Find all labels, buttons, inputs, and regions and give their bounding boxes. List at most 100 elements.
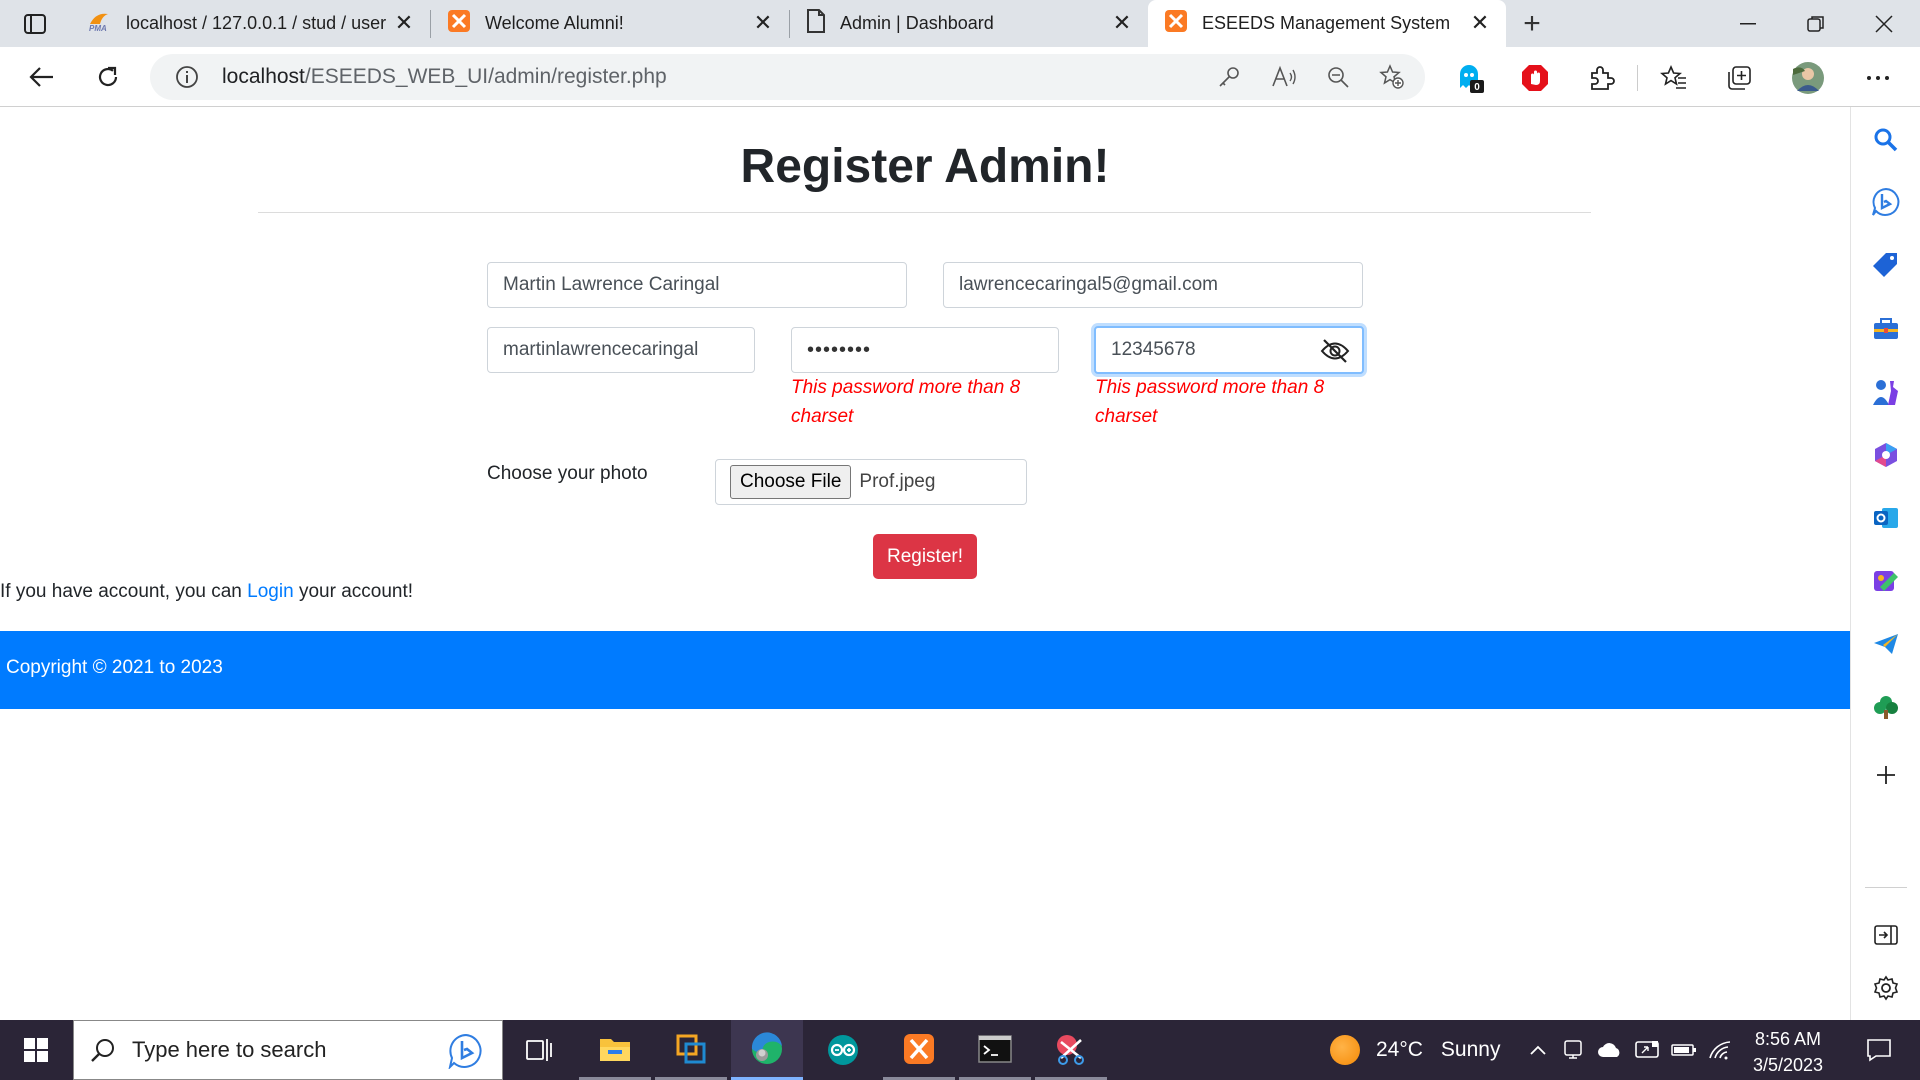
tab-actions-menu-icon[interactable] (18, 11, 52, 37)
show-hidden-icons-chevron-icon[interactable] (1523, 1020, 1553, 1080)
confirm-password-input[interactable]: 12345678 (1094, 326, 1364, 374)
back-arrow-icon[interactable] (22, 57, 62, 97)
zoom-out-icon[interactable] (1322, 61, 1354, 93)
terminal-icon[interactable] (959, 1020, 1031, 1080)
confirm-password-value: 12345678 (1111, 339, 1196, 360)
url-text: localhost/ESEEDS_WEB_UI/admin/register.p… (222, 65, 667, 89)
add-sidebar-app-icon[interactable] (1868, 757, 1904, 793)
toolbar-divider (1637, 65, 1638, 91)
taskbar-search-box[interactable]: Type here to search (73, 1020, 503, 1080)
new-tab-plus-icon[interactable]: + (1515, 7, 1549, 40)
photo-label: Choose your photo (487, 463, 648, 484)
task-view-icon[interactable] (503, 1020, 575, 1080)
collections-icon[interactable] (1722, 61, 1756, 95)
register-button[interactable]: Register! (873, 534, 977, 579)
login-prompt: If you have account, you can Login your … (0, 581, 413, 603)
ghostery-extension-icon[interactable]: 0 (1453, 61, 1487, 95)
tab-admin-dashboard[interactable]: Admin | Dashboard ✕ (790, 0, 1148, 47)
close-tab-icon[interactable]: ✕ (751, 10, 775, 35)
tree-icon[interactable] (1868, 689, 1904, 725)
edge-browser-icon[interactable] (731, 1020, 803, 1080)
notification-center-icon[interactable] (1849, 1020, 1909, 1080)
xampp-icon (1164, 9, 1188, 38)
address-bar[interactable]: localhost/ESEEDS_WEB_UI/admin/register.p… (150, 54, 1425, 100)
search-icon[interactable] (1868, 122, 1904, 158)
microsoft-365-icon[interactable] (1868, 437, 1904, 473)
refresh-icon[interactable] (88, 57, 128, 97)
fullname-value: Martin Lawrence Caringal (503, 274, 720, 295)
battery-icon[interactable] (1667, 1020, 1701, 1080)
telegram-send-icon[interactable] (1868, 626, 1904, 662)
taskbar-clock[interactable]: 8:56 AM 3/5/2023 (1740, 1026, 1836, 1078)
tab-eseeds-active[interactable]: ESEEDS Management System ✕ (1148, 0, 1506, 47)
sunny-weather-icon (1330, 1035, 1360, 1065)
clock-date: 3/5/2023 (1752, 1055, 1824, 1075)
shopping-tag-icon[interactable] (1868, 247, 1904, 283)
extension-badge: 0 (1474, 82, 1480, 93)
profile-avatar[interactable] (1791, 61, 1825, 95)
key-icon[interactable] (1213, 61, 1245, 93)
login-suffix: your account! (293, 581, 414, 602)
phpmyadmin-icon: PMA (88, 10, 112, 37)
search-placeholder: Type here to search (132, 1037, 327, 1062)
tab-title: Welcome Alumni! (485, 13, 624, 33)
url-path: /ESEEDS_WEB_UI/admin/register.php (304, 65, 667, 88)
page-icon (806, 9, 826, 38)
tab-phpmyadmin[interactable]: PMA localhost / 127.0.0.1 / stud / user … (72, 0, 430, 47)
search-icon (90, 1037, 116, 1063)
clock-time: 8:56 AM (1754, 1029, 1822, 1049)
read-aloud-icon[interactable] (1268, 61, 1300, 93)
xampp-control-icon[interactable] (883, 1020, 955, 1080)
tab-welcome-alumni[interactable]: Welcome Alumni! ✕ (431, 0, 789, 47)
sidebar-settings-gear-icon[interactable] (1868, 970, 1904, 1006)
arduino-icon[interactable] (807, 1020, 879, 1080)
email-input[interactable]: lawrencecaringal5@gmail.com (943, 262, 1363, 308)
extensions-puzzle-icon[interactable] (1584, 61, 1618, 95)
password-masked-value: •••••••• (807, 338, 872, 361)
more-options-icon[interactable] (1861, 61, 1895, 95)
outlook-icon[interactable] (1868, 500, 1904, 536)
copyright-text: Copyright © 2021 to 2023 (6, 657, 223, 678)
photo-file-input[interactable]: Choose File Prof.jpeg (715, 459, 1027, 505)
windows-start-icon[interactable] (0, 1020, 72, 1080)
password-error: This password more than 8 charset (791, 377, 1021, 427)
bing-icon[interactable] (446, 1033, 486, 1069)
display-capture-icon[interactable] (1630, 1020, 1664, 1080)
wifi-icon[interactable] (1703, 1020, 1737, 1080)
virtualbox-icon[interactable] (655, 1020, 727, 1080)
web-page: Register Admin! Martin Lawrence Caringal… (0, 107, 1850, 1020)
weather-widget[interactable]: 24°C Sunny (1330, 1020, 1500, 1080)
tools-briefcase-icon[interactable] (1868, 311, 1904, 347)
onedrive-cloud-icon[interactable] (1593, 1020, 1627, 1080)
page-title: Register Admin! (740, 140, 1110, 193)
browser-toolbar: localhost/ESEEDS_WEB_UI/admin/register.p… (0, 47, 1920, 107)
snipping-tool-icon[interactable] (1035, 1020, 1107, 1080)
site-info-icon[interactable] (164, 54, 210, 100)
close-tab-icon[interactable]: ✕ (1468, 10, 1492, 35)
login-link[interactable]: Login (247, 581, 294, 602)
add-favorite-icon[interactable] (1376, 61, 1408, 93)
favorites-icon[interactable] (1657, 61, 1691, 95)
eye-slash-icon[interactable] (1320, 338, 1350, 364)
designer-icon[interactable] (1868, 563, 1904, 599)
close-tab-icon[interactable]: ✕ (1110, 10, 1134, 35)
file-explorer-icon[interactable] (579, 1020, 651, 1080)
close-tab-icon[interactable]: ✕ (392, 10, 416, 35)
password-input[interactable]: •••••••• (791, 327, 1059, 373)
restore-icon[interactable] (1782, 0, 1850, 47)
username-input[interactable]: martinlawrencecaringal (487, 327, 755, 373)
selected-file-name: Prof.jpeg (859, 471, 936, 492)
hide-sidebar-icon[interactable] (1868, 917, 1904, 953)
close-window-icon[interactable] (1850, 0, 1918, 47)
minimize-icon[interactable] (1714, 0, 1782, 47)
choose-file-button[interactable]: Choose File (730, 465, 852, 499)
username-value: martinlawrencecaringal (503, 339, 699, 360)
games-icon[interactable] (1868, 374, 1904, 410)
adblock-extension-icon[interactable] (1518, 61, 1552, 95)
meet-now-icon[interactable] (1558, 1020, 1588, 1080)
email-value: lawrencecaringal5@gmail.com (959, 274, 1219, 295)
fullname-input[interactable]: Martin Lawrence Caringal (487, 262, 907, 308)
bing-chat-icon[interactable] (1868, 184, 1904, 220)
login-prefix: If you have account, you can (0, 581, 248, 602)
title-divider (258, 212, 1591, 213)
